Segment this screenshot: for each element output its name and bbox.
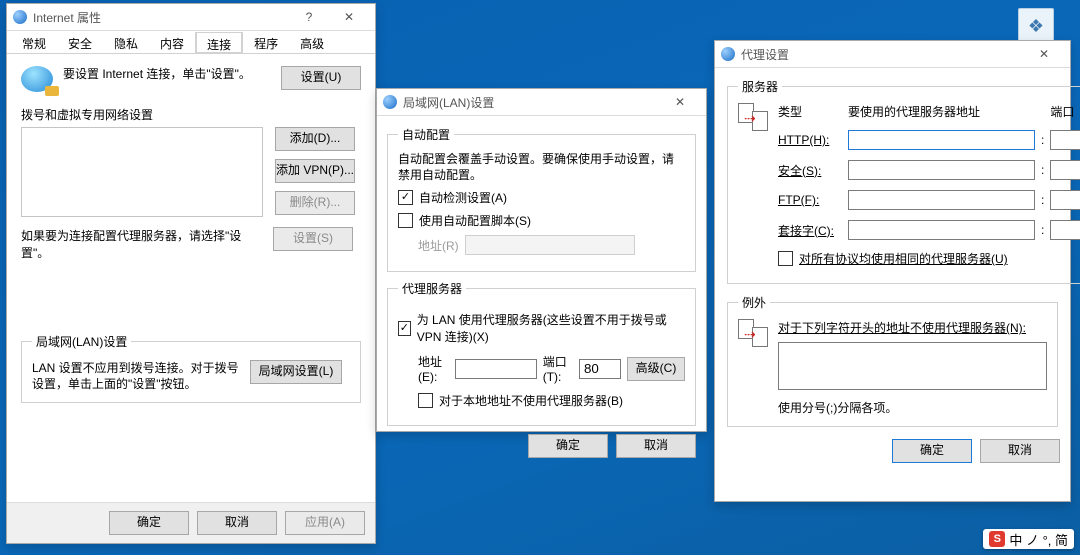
auto-detect-checkbox[interactable]: 自动检测设置(A) [398, 189, 685, 206]
secure-address-input[interactable] [848, 160, 1035, 180]
internet-options-titlebar: Internet 属性 ? ✕ [7, 4, 375, 31]
ime-badge-icon: S [989, 531, 1005, 547]
internet-icon [383, 95, 397, 109]
close-button[interactable]: ✕ [1024, 41, 1064, 67]
tab-隐私[interactable]: 隐私 [103, 31, 149, 53]
same-for-all-checkbox[interactable]: 对所有协议均使用相同的代理服务器(U) [778, 250, 1080, 267]
tab-连接[interactable]: 连接 [195, 32, 243, 54]
http-label: HTTP(H): [778, 133, 848, 147]
socks-address-input[interactable] [848, 220, 1035, 240]
use-proxy-label: 为 LAN 使用代理服务器(这些设置不用于拨号或 VPN 连接)(X) [417, 311, 685, 345]
socks-label: 套接字(C): [778, 222, 848, 239]
lan-settings-ok-button[interactable]: 确定 [528, 434, 608, 458]
auto-script-checkbox[interactable]: 使用自动配置脚本(S) [398, 212, 685, 229]
close-button[interactable]: ✕ [660, 89, 700, 115]
add-vpn-button[interactable]: 添加 VPN(P)... [275, 159, 355, 183]
servers-group: 服务器 ⇢ 类型 要使用的代理服务器地址 端口 HTTP(H): [727, 78, 1080, 284]
setup-hint-text: 要设置 Internet 连接，单击"设置"。 [63, 66, 251, 82]
remove-dialup-button[interactable]: 删除(R)... [275, 191, 355, 215]
internet-icon [13, 10, 27, 24]
proxy-servers-icon: ⇢ [738, 103, 772, 133]
lan-settings-dialog: 局域网(LAN)设置 ✕ 自动配置 自动配置会覆盖手动设置。要确保使用手动设置，… [376, 88, 707, 432]
tab-程序[interactable]: 程序 [243, 31, 289, 53]
checkbox-icon [398, 190, 413, 205]
http-port-input[interactable] [1050, 130, 1080, 150]
checkbox-icon [398, 213, 413, 228]
proxy-port-input[interactable] [579, 359, 621, 379]
proxy-server-group-title: 代理服务器 [398, 280, 466, 297]
lan-settings-title: 局域网(LAN)设置 [403, 94, 660, 111]
internet-options-dialog: Internet 属性 ? ✕ 常规安全隐私内容连接程序高级 要设置 Inter… [6, 3, 376, 544]
add-dialup-button[interactable]: 添加(D)... [275, 127, 355, 151]
internet-options-ok-button[interactable]: 确定 [109, 511, 189, 535]
ftp-address-input[interactable] [848, 190, 1035, 210]
script-address-label: 地址(R) [418, 237, 459, 254]
ime-indicator[interactable]: S 中 ノ °, 简 [983, 529, 1074, 549]
http-address-input[interactable] [848, 130, 1035, 150]
proxy-server-group: 代理服务器 为 LAN 使用代理服务器(这些设置不用于拨号或 VPN 连接)(X… [387, 280, 696, 426]
ime-text: 中 ノ °, 简 [1009, 530, 1068, 549]
header-type: 类型 [778, 103, 848, 120]
servers-group-title: 服务器 [738, 78, 782, 95]
auto-detect-label: 自动检测设置(A) [419, 189, 507, 206]
auto-config-hint: 自动配置会覆盖手动设置。要确保使用手动设置，请禁用自动配置。 [398, 151, 685, 183]
auto-config-group: 自动配置 自动配置会覆盖手动设置。要确保使用手动设置，请禁用自动配置。 自动检测… [387, 126, 696, 272]
help-button[interactable]: ? [289, 4, 329, 30]
proxy-settings-dialog: 代理设置 ✕ 服务器 ⇢ 类型 要使用的代理服务器地址 端口 [714, 40, 1071, 502]
exceptions-icon: ⇢ [738, 319, 772, 349]
bypass-local-label: 对于本地地址不使用代理服务器(B) [439, 392, 623, 409]
dialup-section-title: 拨号和虚拟专用网络设置 [21, 106, 361, 123]
setup-button[interactable]: 设置(U) [281, 66, 361, 90]
internet-options-apply-button[interactable]: 应用(A) [285, 511, 365, 535]
script-address-input [465, 235, 635, 255]
ftp-label: FTP(F): [778, 193, 848, 207]
tab-常规[interactable]: 常规 [11, 31, 57, 53]
socks-port-input[interactable] [1050, 220, 1080, 240]
tab-高级[interactable]: 高级 [289, 31, 335, 53]
checkbox-icon [398, 321, 411, 336]
exceptions-group: 例外 ⇢ 对于下列字符开头的地址不使用代理服务器(N): 使用分号(;)分隔各项… [727, 294, 1058, 427]
auto-script-label: 使用自动配置脚本(S) [419, 212, 531, 229]
close-button[interactable]: ✕ [329, 4, 369, 30]
proxy-settings-titlebar: 代理设置 ✕ [715, 41, 1070, 68]
internet-icon [721, 47, 735, 61]
secure-port-input[interactable] [1050, 160, 1080, 180]
dialup-hint-text: 如果要为连接配置代理服务器，请选择"设置"。 [21, 227, 261, 261]
use-proxy-checkbox[interactable]: 为 LAN 使用代理服务器(这些设置不用于拨号或 VPN 连接)(X) [398, 311, 685, 345]
dialup-settings-button[interactable]: 设置(S) [273, 227, 353, 251]
proxy-settings-title: 代理设置 [741, 46, 1024, 63]
exceptions-hint: 对于下列字符开头的地址不使用代理服务器(N): [778, 319, 1047, 336]
checkbox-icon [778, 251, 793, 266]
lan-hint-text: LAN 设置不应用到拨号连接。对于拨号设置，单击上面的"设置"按钮。 [32, 360, 244, 392]
tab-内容[interactable]: 内容 [149, 31, 195, 53]
tab-安全[interactable]: 安全 [57, 31, 103, 53]
proxy-address-label: 地址(E): [418, 353, 449, 384]
lan-settings-cancel-button[interactable]: 取消 [616, 434, 696, 458]
proxy-port-label: 端口(T): [543, 353, 573, 384]
advanced-proxy-button[interactable]: 高级(C) [627, 357, 685, 381]
exceptions-textarea[interactable] [778, 342, 1047, 390]
internet-options-cancel-button[interactable]: 取消 [197, 511, 277, 535]
lan-group-title: 局域网(LAN)设置 [32, 333, 131, 350]
proxy-settings-cancel-button[interactable]: 取消 [980, 439, 1060, 463]
desktop-shortcut-icon[interactable]: ❖ [1018, 8, 1054, 44]
exceptions-group-title: 例外 [738, 294, 770, 311]
lan-group: 局域网(LAN)设置 LAN 设置不应用到拨号连接。对于拨号设置，单击上面的"设… [21, 333, 361, 403]
header-port: 端口 [1050, 103, 1080, 120]
globe-icon [21, 66, 53, 92]
internet-options-title: Internet 属性 [33, 9, 289, 26]
exceptions-note: 使用分号(;)分隔各项。 [778, 399, 1047, 416]
ftp-port-input[interactable] [1050, 190, 1080, 210]
same-for-all-label: 对所有协议均使用相同的代理服务器(U) [799, 250, 1008, 267]
header-addr: 要使用的代理服务器地址 [848, 103, 1050, 120]
lan-settings-titlebar: 局域网(LAN)设置 ✕ [377, 89, 706, 116]
bypass-local-checkbox[interactable]: 对于本地地址不使用代理服务器(B) [398, 392, 685, 409]
secure-label: 安全(S): [778, 162, 848, 179]
dialup-list[interactable] [21, 127, 263, 217]
lan-settings-button[interactable]: 局域网设置(L) [250, 360, 342, 384]
proxy-settings-ok-button[interactable]: 确定 [892, 439, 972, 463]
checkbox-icon [418, 393, 433, 408]
proxy-address-input[interactable] [455, 359, 537, 379]
auto-config-group-title: 自动配置 [398, 126, 454, 143]
